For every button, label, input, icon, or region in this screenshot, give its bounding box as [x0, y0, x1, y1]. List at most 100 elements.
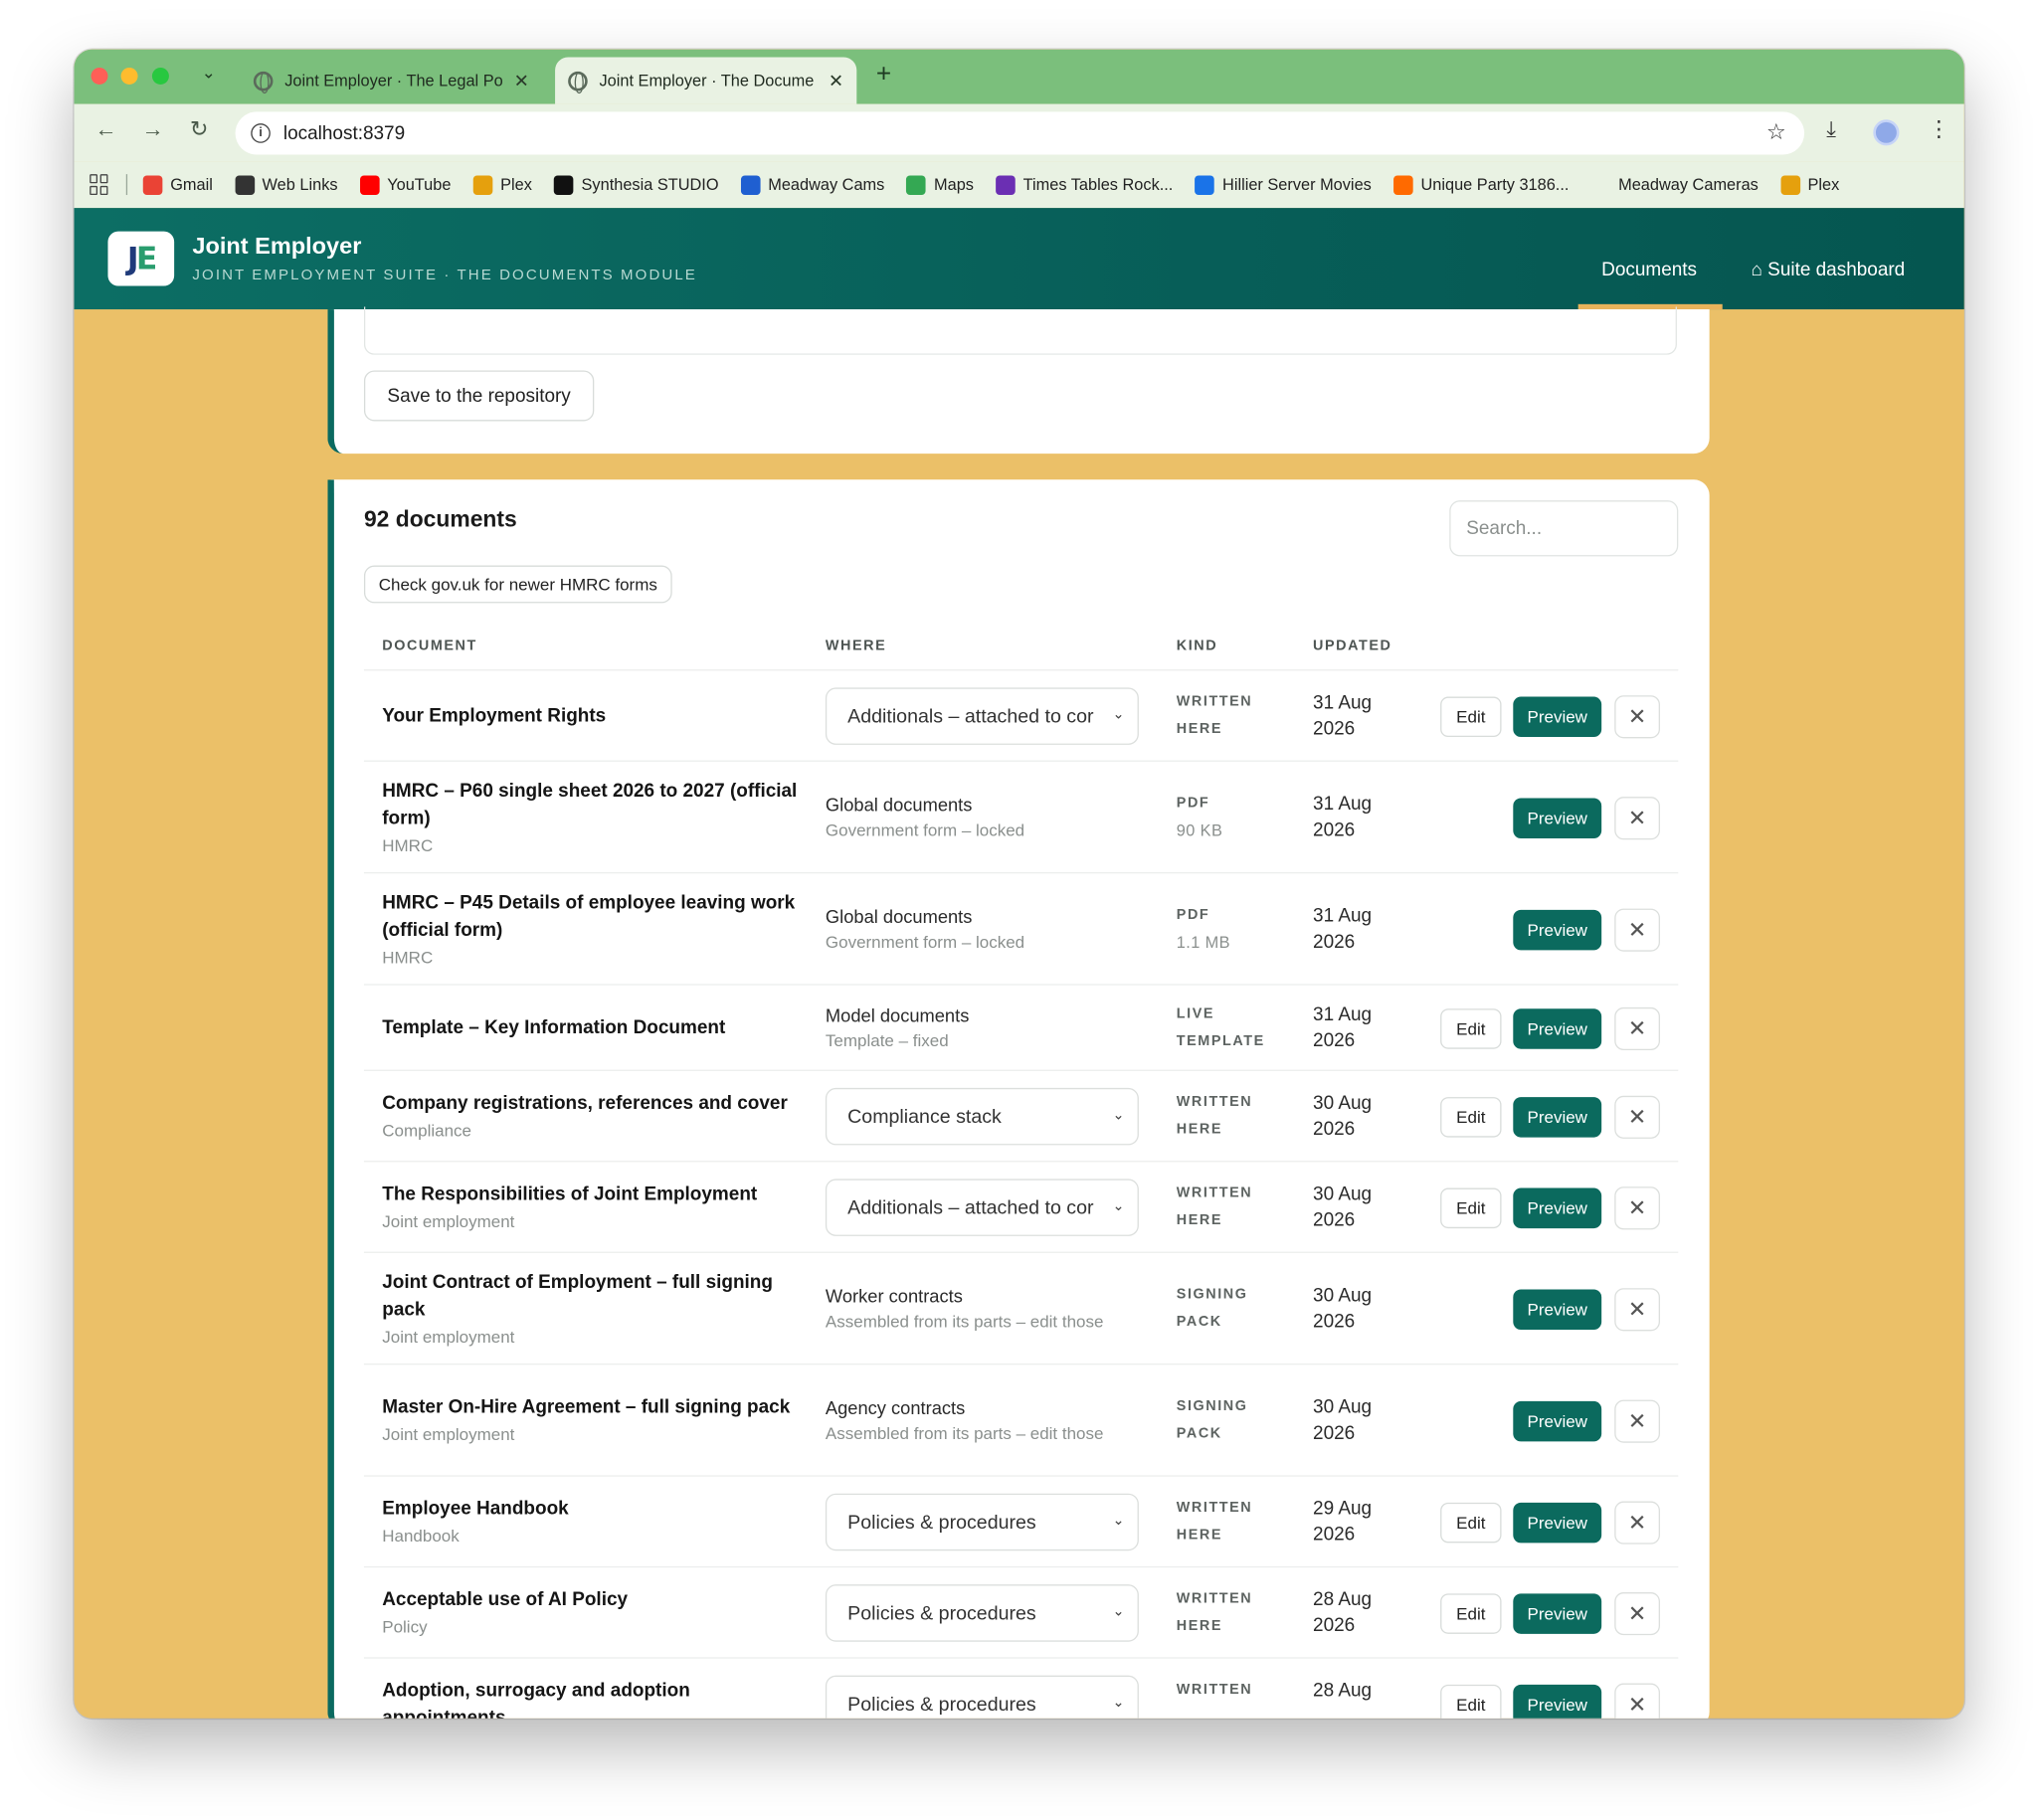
remove-close-icon[interactable]: ✕	[1614, 797, 1660, 840]
edit-button[interactable]: Edit	[1440, 1684, 1502, 1719]
preview-button[interactable]: Preview	[1513, 1008, 1602, 1049]
browser-tab-documents[interactable]: Joint Employer · The Docume ✕	[555, 57, 857, 104]
new-tab-plus-icon[interactable]: +	[876, 60, 891, 90]
remove-close-icon[interactable]: ✕	[1614, 1399, 1660, 1443]
where-select[interactable]: Policies & procedures ⌄	[825, 1493, 1139, 1551]
where-select[interactable]: Additionals – attached to cor ⌄	[825, 1179, 1139, 1236]
updated-cell: 29 Aug 2026	[1313, 1496, 1403, 1547]
bookmark-item[interactable]: Hillier Server Movies	[1195, 174, 1372, 195]
table-row: HMRC – P60 single sheet 2026 to 2027 (of…	[363, 760, 1679, 872]
document-name[interactable]: Adoption, surrogacy and adoption appoint…	[382, 1681, 690, 1719]
document-name[interactable]: The Responsibilities of Joint Employment	[382, 1184, 757, 1205]
bookmark-star-icon[interactable]: ☆	[1766, 119, 1786, 145]
remove-close-icon[interactable]: ✕	[1614, 1592, 1660, 1636]
apps-grid-icon[interactable]	[90, 174, 110, 196]
bookmark-item[interactable]: Plex	[472, 174, 532, 195]
document-name[interactable]: HMRC – P45 Details of employee leaving w…	[382, 893, 795, 941]
address-bar[interactable]: i ☆	[235, 111, 1805, 155]
document-name[interactable]: Employee Handbook	[382, 1499, 568, 1520]
preview-button[interactable]: Preview	[1513, 798, 1602, 838]
kind-label: WRITTEN	[1176, 1590, 1253, 1607]
tab-close-icon[interactable]: ✕	[829, 70, 843, 91]
remove-close-icon[interactable]: ✕	[1614, 908, 1660, 952]
document-name-cell: Employee Handbook Handbook	[382, 1496, 798, 1547]
bookmark-item[interactable]: Web Links	[235, 174, 338, 195]
kind-label-2: HERE	[1176, 721, 1223, 738]
tab-close-icon[interactable]: ✕	[514, 70, 529, 91]
search-input[interactable]	[1449, 500, 1679, 557]
remove-close-icon[interactable]: ✕	[1614, 1186, 1660, 1230]
document-name[interactable]: Joint Contract of Employment – full sign…	[382, 1273, 773, 1321]
bookmark-item[interactable]: Unique Party 3186...	[1393, 174, 1569, 195]
where-select[interactable]: Additionals – attached to cor ⌄	[825, 687, 1139, 745]
table-row: Adoption, surrogacy and adoption appoint…	[363, 1657, 1679, 1719]
minimize-window-button[interactable]	[120, 67, 138, 85]
edit-button[interactable]: Edit	[1440, 1187, 1502, 1229]
preview-button[interactable]: Preview	[1513, 909, 1602, 951]
where-note: Assembled from its parts – edit those	[825, 1311, 1104, 1332]
document-name[interactable]: HMRC – P60 single sheet 2026 to 2027 (of…	[382, 781, 797, 828]
preview-button[interactable]: Preview	[1513, 1187, 1602, 1229]
document-name[interactable]: Company registrations, references and co…	[382, 1093, 788, 1114]
preview-button[interactable]: Preview	[1513, 1400, 1602, 1442]
url-input[interactable]	[282, 122, 1583, 144]
bookmark-item[interactable]: Meadway Cams	[740, 174, 884, 195]
bookmark-item[interactable]: YouTube	[359, 174, 451, 195]
document-name[interactable]: Template – Key Information Document	[382, 1017, 725, 1038]
save-to-repository-button[interactable]: Save to the repository	[363, 370, 595, 422]
edit-button[interactable]: Edit	[1440, 1593, 1502, 1634]
edit-button[interactable]: Edit	[1440, 1502, 1502, 1544]
check-hmrc-forms-button[interactable]: Check gov.uk for newer HMRC forms	[363, 565, 672, 604]
download-icon[interactable]: ⤓	[1826, 117, 1836, 143]
kind-cell: WRITTEN	[1177, 1677, 1252, 1704]
remove-close-icon[interactable]: ✕	[1614, 1095, 1660, 1139]
preview-button[interactable]: Preview	[1513, 696, 1602, 738]
profile-avatar[interactable]	[1873, 119, 1900, 146]
browser-menu-icon[interactable]: ⋮	[1928, 117, 1949, 143]
close-window-button[interactable]	[91, 67, 108, 85]
forward-arrow-icon[interactable]: →	[141, 117, 163, 143]
bookmark-item[interactable]: Times Tables Rock...	[996, 174, 1173, 195]
preview-button[interactable]: Preview	[1513, 1593, 1602, 1634]
remove-close-icon[interactable]: ✕	[1614, 1501, 1660, 1545]
reload-icon[interactable]: ↻	[190, 117, 209, 143]
nav-documents[interactable]: Documents	[1601, 260, 1697, 280]
bookmark-item[interactable]: Synthesia STUDIO	[554, 174, 719, 195]
table-row: HMRC – P45 Details of employee leaving w…	[363, 871, 1679, 984]
remove-close-icon[interactable]: ✕	[1614, 1683, 1660, 1719]
preview-button[interactable]: Preview	[1513, 1097, 1602, 1138]
browser-tab-legal[interactable]: Joint Employer · The Legal Po ✕	[241, 58, 542, 104]
remove-close-icon[interactable]: ✕	[1614, 1288, 1660, 1332]
document-name[interactable]: Your Employment Rights	[382, 706, 606, 727]
edit-button[interactable]: Edit	[1440, 1097, 1502, 1138]
bookmark-item[interactable]: Gmail	[142, 174, 213, 195]
where-select[interactable]: Policies & procedures ⌄	[825, 1584, 1139, 1642]
tab-search-chevron-icon[interactable]: ⌄	[202, 63, 216, 84]
document-name-cell: Acceptable use of AI Policy Policy	[382, 1587, 798, 1639]
where-note: Government form – locked	[825, 819, 1025, 840]
document-textarea[interactable]	[363, 306, 1677, 355]
where-select[interactable]: Compliance stack ⌄	[825, 1087, 1139, 1146]
preview-button[interactable]: Preview	[1513, 1289, 1602, 1331]
document-name[interactable]: Master On-Hire Agreement – full signing …	[382, 1397, 790, 1418]
edit-button[interactable]: Edit	[1440, 1008, 1502, 1049]
kind-label-2: HERE	[1176, 1212, 1223, 1229]
document-name[interactable]: Acceptable use of AI Policy	[382, 1589, 628, 1610]
remove-close-icon[interactable]: ✕	[1614, 1006, 1660, 1051]
preview-button[interactable]: Preview	[1513, 1684, 1602, 1719]
back-arrow-icon[interactable]: ←	[94, 117, 116, 143]
where-select[interactable]: Policies & procedures ⌄	[825, 1675, 1139, 1719]
preview-button[interactable]: Preview	[1513, 1502, 1602, 1544]
bookmark-item[interactable]: Maps	[906, 174, 974, 195]
edit-button[interactable]: Edit	[1440, 696, 1502, 738]
youtube-icon	[359, 174, 380, 195]
bookmark-item[interactable]: Meadway Cameras	[1590, 174, 1759, 195]
remove-close-icon[interactable]: ✕	[1614, 695, 1660, 739]
updated-cell: 31 Aug 2026	[1313, 792, 1403, 843]
app-logo[interactable]: JE	[107, 231, 175, 286]
updated-year: 2026	[1313, 1423, 1356, 1445]
nav-suite-dashboard[interactable]: ⌂ Suite dashboard	[1751, 260, 1905, 280]
bookmark-item[interactable]: Plex	[1780, 174, 1839, 195]
site-info-icon[interactable]: i	[251, 123, 271, 143]
maximize-window-button[interactable]	[151, 67, 169, 85]
